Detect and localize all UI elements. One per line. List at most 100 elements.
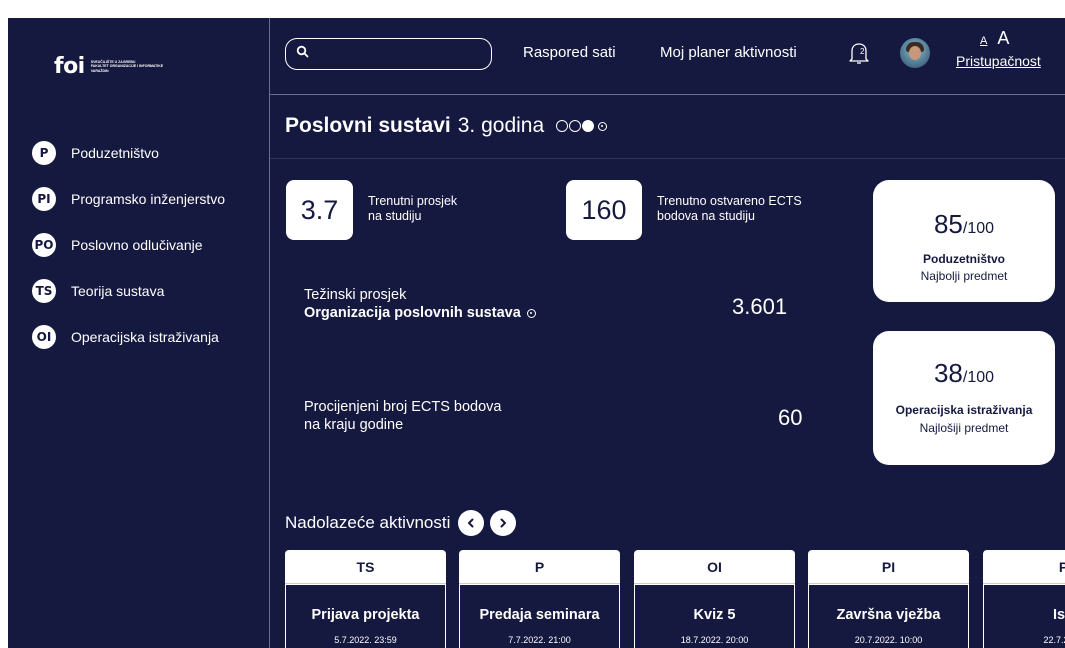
weighted-average-label: Težinski prosjek Organizacija poslovnih … — [304, 286, 536, 322]
activity-planner-link[interactable]: Moj planer aktivnosti — [660, 44, 797, 61]
page-title: Poslovni sustavi 3. godina — [285, 114, 608, 138]
current-ects-value: 160 — [566, 180, 642, 240]
search-box[interactable] — [285, 38, 492, 70]
worst-subject-note: Najlošiji predmet — [919, 421, 1009, 435]
activity-date: 22.7.2022 — [1043, 635, 1065, 645]
label-line: Težinski prosjek — [304, 287, 407, 303]
info-icon[interactable] — [598, 121, 608, 131]
study-year: 3. godina — [457, 114, 545, 137]
sidebar-item-operacijska-istrazivanja[interactable]: OI Operacijska istraživanja — [32, 314, 225, 360]
logo-line: VARAŽDIN — [90, 68, 109, 73]
app-window: foi SVEUČILIŠTE U ZAGREBU FAKULTET ORGAN… — [8, 18, 1065, 648]
foi-logo[interactable]: foi SVEUČILIŠTE U ZAGREBU FAKULTET ORGAN… — [54, 54, 163, 79]
subject-badge: PO — [32, 233, 56, 257]
year-dot-active[interactable] — [582, 120, 595, 132]
best-score: 85/100 — [873, 209, 1055, 240]
score-max: /100 — [962, 220, 995, 237]
font-size-controls: A A — [980, 28, 1009, 49]
subject-badge: OI — [32, 325, 56, 349]
user-avatar[interactable] — [900, 38, 930, 68]
font-small-button[interactable]: A — [980, 35, 987, 47]
font-large-button[interactable]: A — [997, 28, 1009, 49]
activity-date: 18.7.2022. 20:00 — [680, 635, 749, 645]
chevron-left-icon — [468, 518, 474, 528]
label-line: Trenutni prosjek — [368, 194, 458, 208]
label-line: na kraju godine — [304, 417, 404, 433]
current-ects-label: Trenutno ostvareno ECTS bodova na studij… — [657, 194, 802, 224]
label-line: na studiju — [368, 209, 422, 223]
activity-body: Završna vježba 20.7.2022. 10:00 — [809, 585, 968, 648]
schedule-link[interactable]: Raspored sati — [523, 44, 616, 61]
subject-badge: PI — [32, 187, 56, 211]
chevron-right-icon — [500, 518, 507, 528]
score-value: 85 — [933, 209, 963, 239]
sidebar-item-label: Poduzetništvo — [71, 145, 159, 161]
sidebar-item-label: Operacijska istraživanja — [71, 329, 219, 345]
activity-date: 5.7.2022. 23:59 — [334, 635, 397, 645]
notification-count: 2 — [860, 47, 865, 56]
activity-subject: OI — [634, 550, 795, 584]
subject-badge: TS — [32, 279, 56, 303]
study-program-title: Poslovni sustavi — [285, 114, 451, 137]
activity-card[interactable]: OI Kviz 5 18.7.2022. 20:00 — [634, 550, 795, 648]
activity-date: 20.7.2022. 10:00 — [854, 635, 923, 645]
subject-badge: P — [32, 141, 56, 165]
best-subject-card[interactable]: 85/100 Poduzetništvo Najbolji predmet — [873, 180, 1055, 302]
sidebar-item-programsko-inzenjerstvo[interactable]: PI Programsko inženjerstvo — [32, 176, 225, 222]
previous-button[interactable] — [458, 510, 485, 536]
activity-body: Kviz 5 18.7.2022. 20:00 — [635, 585, 794, 648]
best-subject-name: Poduzetništvo — [922, 252, 1005, 266]
label-line: Procijenjeni broj ECTS bodova — [304, 399, 502, 415]
avatar-face — [909, 46, 921, 60]
worst-subject-card[interactable]: 38/100 Operacijska istraživanja Najlošij… — [873, 331, 1055, 465]
search-icon — [296, 45, 309, 58]
activity-name: Prijava projekta — [311, 607, 420, 623]
sidebar-item-label: Poslovno odlučivanje — [71, 237, 203, 253]
upcoming-activities-header: Nadolazeće aktivnosti — [285, 510, 517, 536]
estimated-ects-value: 60 — [778, 405, 803, 430]
sidebar-item-label: Programsko inženjerstvo — [71, 191, 226, 207]
activity-body: Prijava projekta 5.7.2022. 23:59 — [286, 585, 445, 648]
label-line: bodova na studiju — [657, 209, 755, 223]
sidebar-item-label: Teorija sustava — [71, 283, 165, 299]
weighted-average-value: 3.601 — [732, 294, 788, 319]
worst-subject-name: Operacijska istraživanja — [895, 403, 1033, 417]
sidebar-item-poslovno-odlucivanje[interactable]: PO Poslovno odlučivanje — [32, 222, 225, 268]
sidebar-item-poduzetnistvo[interactable]: P Poduzetništvo — [32, 130, 225, 176]
activity-card[interactable]: P Isp 22.7.2022 — [983, 550, 1065, 648]
logo-mark: foi — [54, 54, 85, 79]
search-input[interactable] — [316, 43, 481, 65]
sidebar: foi SVEUČILIŠTE U ZAGREBU FAKULTET ORGAN… — [8, 18, 270, 648]
activity-name: Kviz 5 — [693, 607, 736, 623]
year-dot[interactable] — [569, 120, 582, 132]
upcoming-activities-title: Nadolazeće aktivnosti — [285, 513, 451, 532]
activity-subject: PI — [808, 550, 969, 584]
activity-card[interactable]: TS Prijava projekta 5.7.2022. 23:59 — [285, 550, 446, 648]
activity-card[interactable]: P Predaja seminara 7.7.2022. 21:00 — [459, 550, 620, 648]
score-max: /100 — [962, 369, 995, 386]
activity-name: Isp — [1053, 607, 1065, 623]
activity-subject: TS — [285, 550, 446, 584]
accessibility-link[interactable]: Pristupačnost — [956, 53, 1041, 69]
subject-nav: P Poduzetništvo PI Programsko inženjerst… — [32, 130, 225, 360]
notification-bell-icon[interactable]: 2 — [847, 40, 871, 66]
logo-text: SVEUČILIŠTE U ZAGREBU FAKULTET ORGANIZAC… — [91, 60, 163, 74]
info-icon[interactable] — [526, 308, 536, 318]
estimated-ects-label: Procijenjeni broj ECTS bodova na kraju g… — [304, 398, 501, 434]
activity-date: 7.7.2022. 21:00 — [508, 635, 571, 645]
activity-body: Predaja seminara 7.7.2022. 21:00 — [460, 585, 619, 648]
activity-name: Završna vježba — [836, 607, 941, 623]
activity-subject: P — [459, 550, 620, 584]
activity-subject: P — [983, 550, 1065, 584]
sidebar-item-teorija-sustava[interactable]: TS Teorija sustava — [32, 268, 225, 314]
score-value: 38 — [933, 358, 963, 388]
next-button[interactable] — [490, 510, 517, 536]
current-average-label: Trenutni prosjek na studiju — [368, 194, 457, 224]
activity-card[interactable]: PI Završna vježba 20.7.2022. 10:00 — [808, 550, 969, 648]
label-line: Trenutno ostvareno ECTS — [657, 194, 802, 208]
divider — [270, 158, 1065, 159]
year-selector[interactable] — [556, 120, 608, 132]
activity-body: Isp 22.7.2022 — [984, 585, 1065, 648]
year-dot[interactable] — [556, 120, 569, 132]
current-average-value: 3.7 — [286, 180, 353, 240]
